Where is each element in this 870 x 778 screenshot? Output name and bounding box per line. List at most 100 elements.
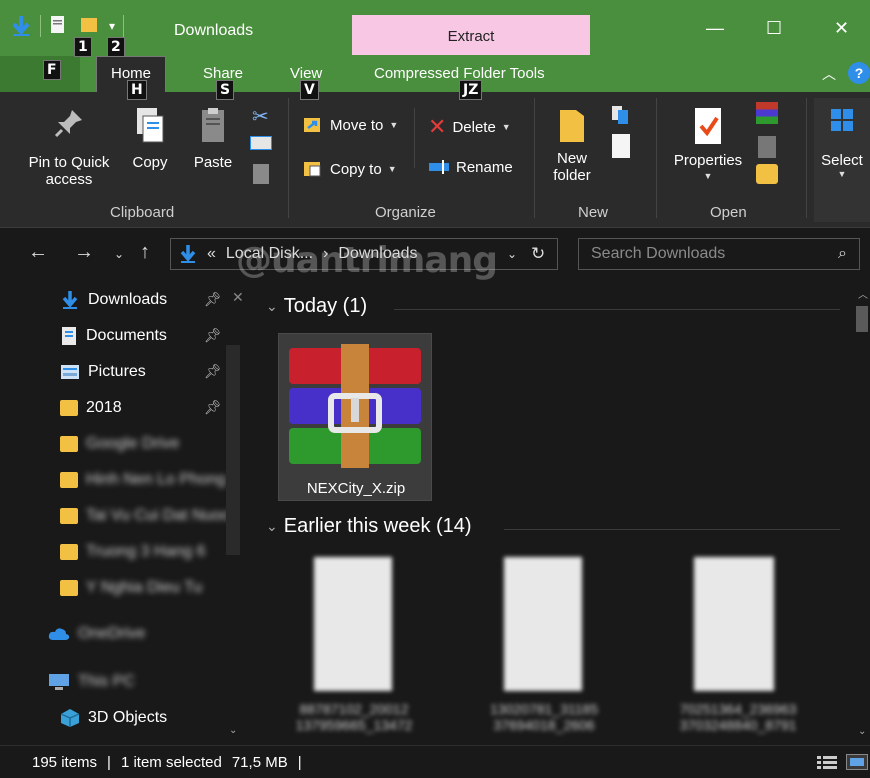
nav-item-documents[interactable]: Documents 📌︎ [60, 323, 222, 349]
separator [123, 15, 125, 37]
nav-item-blurred-folder[interactable]: Tai Vu Cui Dat Nuoc [60, 503, 229, 529]
up-arrow-icon[interactable]: ↑ [140, 241, 150, 264]
nav-item-blurred-folder[interactable]: Google Drive [60, 431, 179, 457]
paste-icon [202, 108, 224, 142]
easy-access-icon[interactable] [612, 134, 630, 158]
pin-icon[interactable]: 📌︎ [204, 327, 222, 344]
delete-label: Delete [452, 118, 496, 136]
copy-path-icon[interactable] [250, 136, 272, 150]
thumbnail-name-line: 70251364_236963 [679, 701, 797, 717]
maximize-button[interactable]: ☐ [766, 18, 782, 39]
help-icon[interactable]: ? [848, 62, 870, 84]
details-view-icon[interactable] [816, 754, 838, 770]
select-grid-icon [831, 109, 853, 131]
new-folder-qat-icon[interactable] [79, 14, 101, 38]
properties-button[interactable]: Properties ▼ [666, 106, 750, 181]
paste-shortcut-icon[interactable] [253, 164, 269, 184]
content-scrollbar-thumb[interactable] [856, 306, 868, 332]
nav-item-onedrive[interactable]: OneDrive [48, 621, 146, 647]
download-arrow-icon [62, 291, 78, 309]
nav-item-blurred-folder[interactable]: Truong 3 Hang 6 [60, 539, 205, 565]
cube-icon [60, 709, 80, 727]
content-scroll-down-icon[interactable]: ⌄ [858, 726, 866, 737]
address-dropdown-icon[interactable]: ⌄ [507, 247, 517, 261]
file-name: NEXCity_X.zip [306, 480, 406, 497]
back-arrow-icon[interactable]: ← [28, 241, 48, 264]
select-button[interactable]: Select ▼ [814, 98, 870, 222]
forward-arrow-icon[interactable]: → [74, 241, 94, 264]
nav-item-downloads[interactable]: Downloads 📌︎ [60, 287, 222, 313]
pin-icon[interactable]: 📌︎ [204, 291, 222, 308]
pin-label-line2: access [45, 171, 93, 188]
pin-to-quick-access-button[interactable]: Pin to Quick access [20, 106, 118, 188]
download-arrow-icon[interactable] [10, 14, 32, 38]
tab-file[interactable] [0, 56, 80, 92]
cut-icon[interactable]: ✂ [252, 104, 269, 129]
rename-button[interactable]: Rename [428, 158, 513, 176]
nav-item-3d-objects[interactable]: 3D Objects [60, 705, 167, 731]
keytip-1: 1 [74, 37, 92, 57]
breadcrumb-overflow[interactable]: « [207, 245, 216, 263]
move-to-label: Move to [330, 116, 384, 134]
nav-item-blurred-folder[interactable]: Hinh Nen Lo Phong [60, 467, 226, 493]
nav-label: Documents [86, 327, 167, 344]
paste-button[interactable]: Paste [190, 106, 236, 171]
collapse-ribbon-icon[interactable]: ︿ [822, 64, 836, 84]
content-scroll-up-icon[interactable]: ︿ [858, 286, 868, 301]
chevron-down-icon: ▼ [389, 120, 399, 130]
keytip-view: V [300, 80, 319, 100]
large-icons-view-icon[interactable] [846, 754, 868, 770]
cloud-icon [48, 628, 70, 640]
folder-icon [60, 400, 78, 416]
thumbnail-name-line: 137959665_13472 [295, 717, 413, 733]
refresh-icon[interactable]: ↻ [531, 244, 545, 264]
keytip-compressed: JZ [459, 80, 483, 100]
thumbnail-name: 13020781_31185 37694018_2606 [474, 701, 614, 733]
nav-item-this-pc[interactable]: This PC [48, 669, 135, 695]
copy-button[interactable]: Copy [128, 106, 172, 171]
nav-item-blurred-folder[interactable]: Y Nghia Dieu Tu [60, 575, 202, 601]
search-input[interactable]: Search Downloads [591, 245, 725, 263]
winrar-open-icon[interactable] [756, 102, 778, 124]
nav-item-2018[interactable]: 2018 📌︎ [60, 395, 222, 421]
pin-icon[interactable]: 📌︎ [204, 399, 222, 416]
unpin-x-icon[interactable]: ✕ [232, 289, 244, 306]
pin-icon[interactable]: 📌︎ [204, 363, 222, 380]
close-button[interactable]: ✕ [834, 18, 849, 39]
delete-button[interactable]: ✕ Delete ▼ [428, 114, 511, 140]
new-folder-label-line2: folder [553, 167, 591, 184]
chevron-down-icon: ▼ [837, 169, 847, 179]
nav-label: Truong 3 Hang 6 [86, 543, 206, 560]
image-thumbnail[interactable] [314, 557, 392, 691]
contextual-tab-extract[interactable]: Extract [352, 15, 590, 55]
image-thumbnail[interactable] [694, 557, 774, 691]
nav-scrollbar-thumb[interactable] [226, 345, 240, 555]
qat-customize-icon[interactable]: ▾ [109, 19, 115, 33]
copy-to-button[interactable]: Copy to ▼ [302, 158, 397, 180]
pin-label-line1: Pin to Quick [28, 154, 110, 171]
new-item-icon[interactable] [610, 104, 632, 124]
search-icon: ⌕ [838, 245, 847, 262]
separator [656, 98, 657, 218]
nav-label: Y Nghia Dieu Tu [86, 579, 203, 596]
group-header-today[interactable]: ⌄ Today (1) [266, 295, 367, 318]
downloads-location-icon [180, 245, 196, 263]
nav-scroll-down-icon[interactable]: ⌄ [229, 725, 237, 736]
new-folder-button[interactable]: New folder [544, 106, 600, 184]
minimize-button[interactable]: — [706, 18, 724, 39]
properties-doc-icon[interactable] [49, 14, 71, 38]
file-item-selected[interactable]: NEXCity_X.zip [278, 333, 432, 501]
search-box[interactable]: Search Downloads ⌕ [578, 238, 860, 270]
paste-label: Paste [193, 154, 233, 171]
edit-icon[interactable] [758, 136, 776, 158]
nav-item-pictures[interactable]: Pictures 📌︎ [60, 359, 222, 385]
separator [288, 98, 289, 218]
move-to-button[interactable]: Move to ▼ [302, 114, 398, 136]
clipboard-group-label: Clipboard [110, 204, 175, 221]
navigation-pane: Downloads 📌︎ ✕ Documents 📌︎ Pictures 📌︎ … [0, 281, 252, 744]
image-thumbnail[interactable] [504, 557, 582, 691]
group-header-earlier-this-week[interactable]: ⌄ Earlier this week (14) [266, 515, 472, 538]
recent-locations-icon[interactable]: ⌄ [114, 247, 124, 261]
new-folder-label-line1: New [556, 150, 587, 167]
history-icon[interactable] [756, 164, 778, 184]
